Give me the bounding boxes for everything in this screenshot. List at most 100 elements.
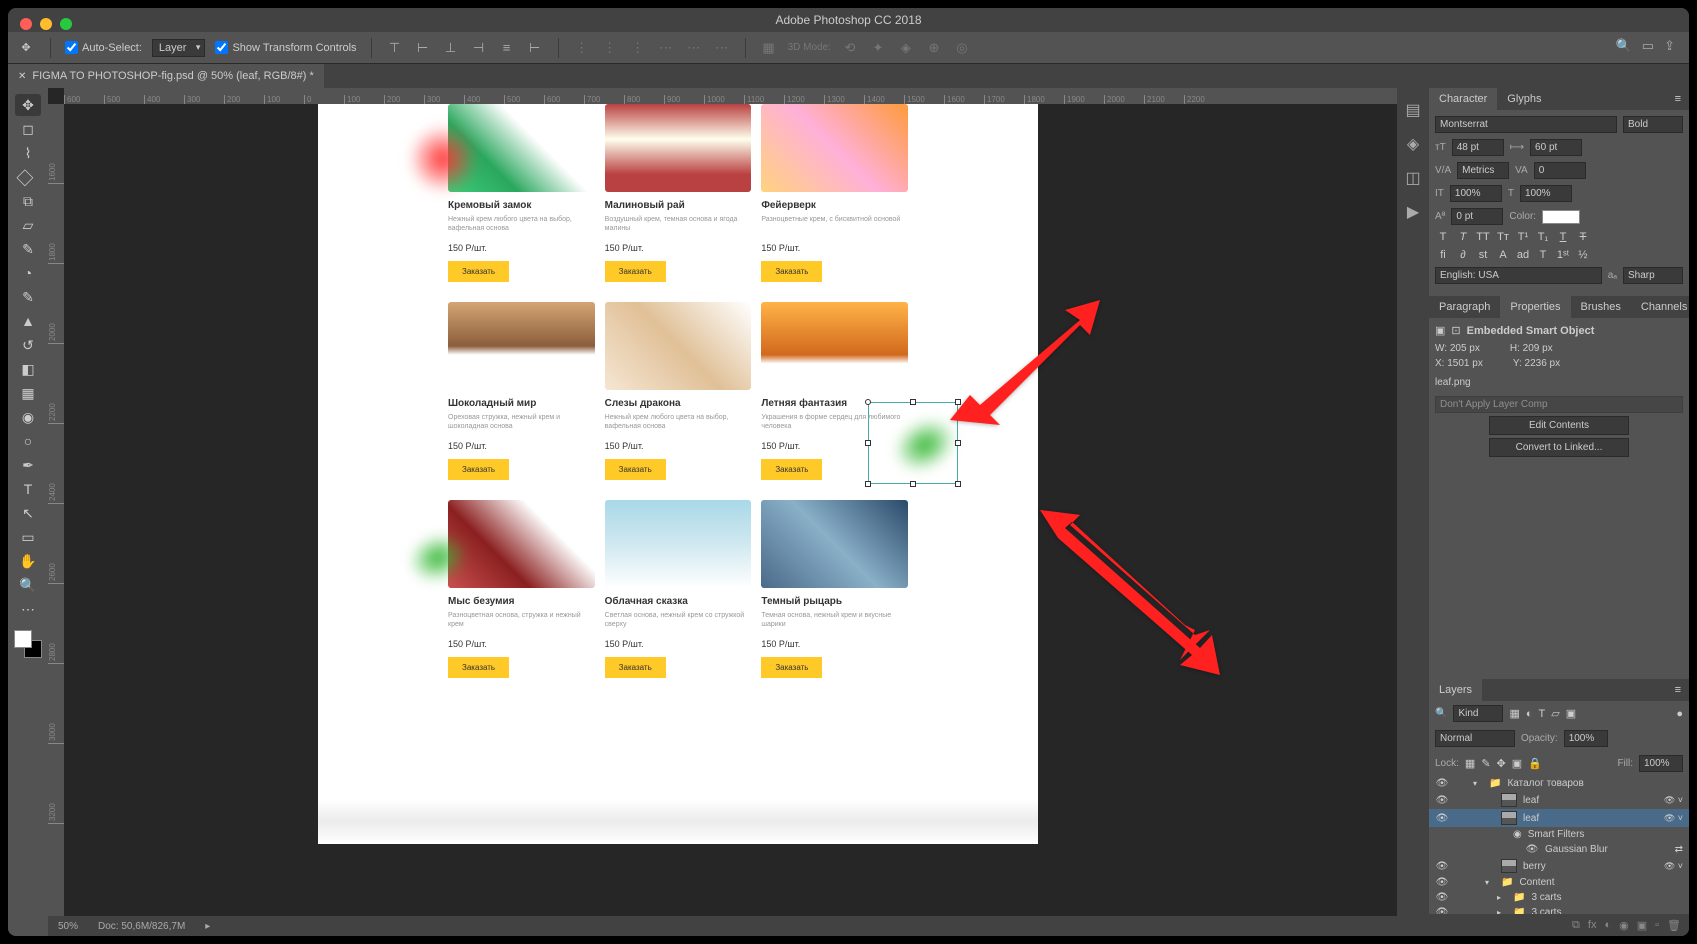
align-vcenter-icon[interactable]: ⊢ bbox=[414, 39, 432, 57]
eyedropper-tool-icon[interactable]: ✎ bbox=[15, 238, 41, 260]
smallcaps-icon[interactable]: Tᴛ bbox=[1495, 231, 1511, 243]
shape-tool-icon[interactable]: ▭ bbox=[15, 526, 41, 548]
move-tool-icon[interactable]: ✥ bbox=[15, 94, 41, 116]
visibility-icon[interactable]: 👁 bbox=[1435, 795, 1449, 806]
font-family-dropdown[interactable]: Montserrat bbox=[1435, 116, 1617, 133]
layer-row[interactable]: ◉ Smart Filters bbox=[1429, 827, 1689, 842]
edit-toolbar-icon[interactable]: ⋯ bbox=[15, 598, 41, 620]
transform-handle[interactable] bbox=[955, 481, 961, 487]
quickselect-tool-icon[interactable]: ⃟ bbox=[15, 166, 41, 188]
text-color-chip[interactable] bbox=[1542, 210, 1580, 224]
history-panel-icon[interactable]: ▤ bbox=[1405, 100, 1420, 120]
filter-pixel-icon[interactable]: ▦ bbox=[1509, 707, 1519, 720]
visibility-icon[interactable]: 👁 bbox=[1435, 861, 1449, 872]
mask-icon[interactable]: ◐ bbox=[1604, 919, 1611, 931]
order-button[interactable]: Заказать bbox=[761, 657, 822, 678]
layer-row[interactable]: 👁 Gaussian Blur⇄ bbox=[1429, 842, 1689, 857]
order-button[interactable]: Заказать bbox=[605, 657, 666, 678]
panel-menu-icon[interactable]: ≡ bbox=[1667, 88, 1689, 110]
lock-all-icon[interactable]: 🔒 bbox=[1528, 757, 1542, 770]
zoom-tool-icon[interactable]: 🔍 bbox=[15, 574, 41, 596]
fx-indicator-icon[interactable]: 👁 ˅ bbox=[1664, 813, 1683, 824]
transform-handle[interactable] bbox=[910, 481, 916, 487]
order-button[interactable]: Заказать bbox=[448, 657, 509, 678]
layer-name[interactable]: 3 carts bbox=[1531, 907, 1561, 914]
lasso-tool-icon[interactable]: ⌇ bbox=[15, 142, 41, 164]
order-button[interactable]: Заказать bbox=[448, 459, 509, 480]
italic-icon[interactable]: T bbox=[1455, 231, 1471, 243]
filter-visibility-icon[interactable]: 👁 bbox=[1525, 844, 1539, 855]
swatches-panel-icon[interactable]: ◈ bbox=[1407, 134, 1419, 154]
marquee-tool-icon[interactable]: ◻ bbox=[15, 118, 41, 140]
tab-glyphs[interactable]: Glyphs bbox=[1497, 88, 1551, 110]
font-size-input[interactable]: 48 pt bbox=[1452, 139, 1504, 156]
order-button[interactable]: Заказать bbox=[605, 261, 666, 282]
tab-layers[interactable]: Layers bbox=[1429, 679, 1482, 701]
order-button[interactable]: Заказать bbox=[761, 261, 822, 282]
close-window-icon[interactable] bbox=[20, 18, 32, 30]
layer-name[interactable]: leaf bbox=[1523, 813, 1539, 824]
align-top-icon[interactable]: ⊤ bbox=[386, 39, 404, 57]
layer-row[interactable]: 👁 ▾📁 Каталог товаров bbox=[1429, 776, 1689, 791]
fill-input[interactable]: 100% bbox=[1639, 755, 1683, 772]
layer-name[interactable]: Каталог товаров bbox=[1507, 778, 1583, 789]
filter-adjust-icon[interactable]: ◐ bbox=[1526, 708, 1533, 720]
layer-name[interactable]: leaf bbox=[1523, 795, 1539, 806]
language-dropdown[interactable]: English: USA bbox=[1435, 267, 1602, 284]
baseline-input[interactable]: 0 pt bbox=[1451, 208, 1503, 225]
show-transform-checkbox[interactable]: Show Transform Controls bbox=[215, 41, 356, 54]
lock-transparency-icon[interactable]: ▦ bbox=[1465, 757, 1475, 770]
ot-icon[interactable]: ½ bbox=[1575, 249, 1591, 261]
hand-tool-icon[interactable]: ✋ bbox=[15, 550, 41, 572]
window-controls[interactable] bbox=[20, 18, 72, 30]
visibility-icon[interactable]: 👁 bbox=[1435, 892, 1449, 903]
tab-channels[interactable]: Channels bbox=[1631, 296, 1689, 318]
ot-icon[interactable]: st bbox=[1475, 249, 1491, 261]
visibility-icon[interactable]: 👁 bbox=[1435, 813, 1449, 824]
lock-artboard-icon[interactable]: ▣ bbox=[1512, 757, 1522, 770]
fx-icon[interactable]: fx bbox=[1588, 919, 1597, 931]
blur-tool-icon[interactable]: ◉ bbox=[15, 406, 41, 428]
healing-tool-icon[interactable]: ◔ bbox=[15, 262, 41, 284]
hscale-input[interactable]: 100% bbox=[1520, 185, 1572, 202]
transform-handle[interactable] bbox=[865, 399, 871, 405]
tab-brushes[interactable]: Brushes bbox=[1571, 296, 1631, 318]
superscript-icon[interactable]: T¹ bbox=[1515, 231, 1531, 243]
kerning-dropdown[interactable]: Metrics bbox=[1457, 162, 1509, 179]
align-hcenter-icon[interactable]: ≡ bbox=[498, 39, 516, 57]
layer-name[interactable]: Smart Filters bbox=[1528, 829, 1585, 840]
subscript-icon[interactable]: T₁ bbox=[1535, 231, 1551, 243]
transform-handle[interactable] bbox=[865, 440, 871, 446]
layer-name[interactable]: Gaussian Blur bbox=[1545, 844, 1608, 855]
auto-select-dropdown[interactable]: Layer bbox=[152, 39, 206, 57]
y-value[interactable]: 2236 px bbox=[1525, 358, 1561, 369]
width-value[interactable]: 205 px bbox=[1450, 343, 1480, 354]
eraser-tool-icon[interactable]: ◧ bbox=[15, 358, 41, 380]
lock-pixels-icon[interactable]: ✎ bbox=[1481, 757, 1490, 770]
edit-contents-button[interactable]: Edit Contents bbox=[1489, 416, 1629, 435]
brush-tool-icon[interactable]: ✎ bbox=[15, 286, 41, 308]
filter-toggle-icon[interactable]: ● bbox=[1676, 708, 1683, 720]
status-arrow-icon[interactable]: ▸ bbox=[205, 921, 210, 932]
libraries-panel-icon[interactable]: ◫ bbox=[1405, 168, 1420, 188]
new-layer-icon[interactable]: ▫ bbox=[1655, 919, 1659, 931]
delete-layer-icon[interactable]: 🗑 bbox=[1667, 919, 1681, 932]
layer-row[interactable]: 👁 leaf 👁 ˅ bbox=[1429, 809, 1689, 827]
ot-icon[interactable]: ad bbox=[1515, 249, 1531, 261]
close-tab-icon[interactable]: ✕ bbox=[18, 71, 26, 82]
panel-menu-icon[interactable]: ≡ bbox=[1667, 679, 1689, 701]
bold-icon[interactable]: T bbox=[1435, 231, 1451, 243]
search-icon[interactable]: 🔍 bbox=[1616, 38, 1632, 54]
color-swatch[interactable] bbox=[14, 630, 42, 658]
filter-smart-icon[interactable]: ▣ bbox=[1566, 707, 1576, 720]
transform-handle[interactable] bbox=[910, 399, 916, 405]
tab-properties[interactable]: Properties bbox=[1500, 296, 1570, 318]
leading-input[interactable]: 60 pt bbox=[1530, 139, 1582, 156]
font-weight-dropdown[interactable]: Bold bbox=[1623, 116, 1683, 133]
tab-character[interactable]: Character bbox=[1429, 88, 1497, 110]
auto-select-checkbox[interactable]: Auto-Select: bbox=[65, 41, 142, 54]
visibility-icon[interactable]: 👁 bbox=[1435, 877, 1449, 888]
layer-row[interactable]: 👁 leaf👁 ˅ bbox=[1429, 791, 1689, 809]
blend-mode-dropdown[interactable]: Normal bbox=[1435, 730, 1515, 747]
minimize-window-icon[interactable] bbox=[40, 18, 52, 30]
